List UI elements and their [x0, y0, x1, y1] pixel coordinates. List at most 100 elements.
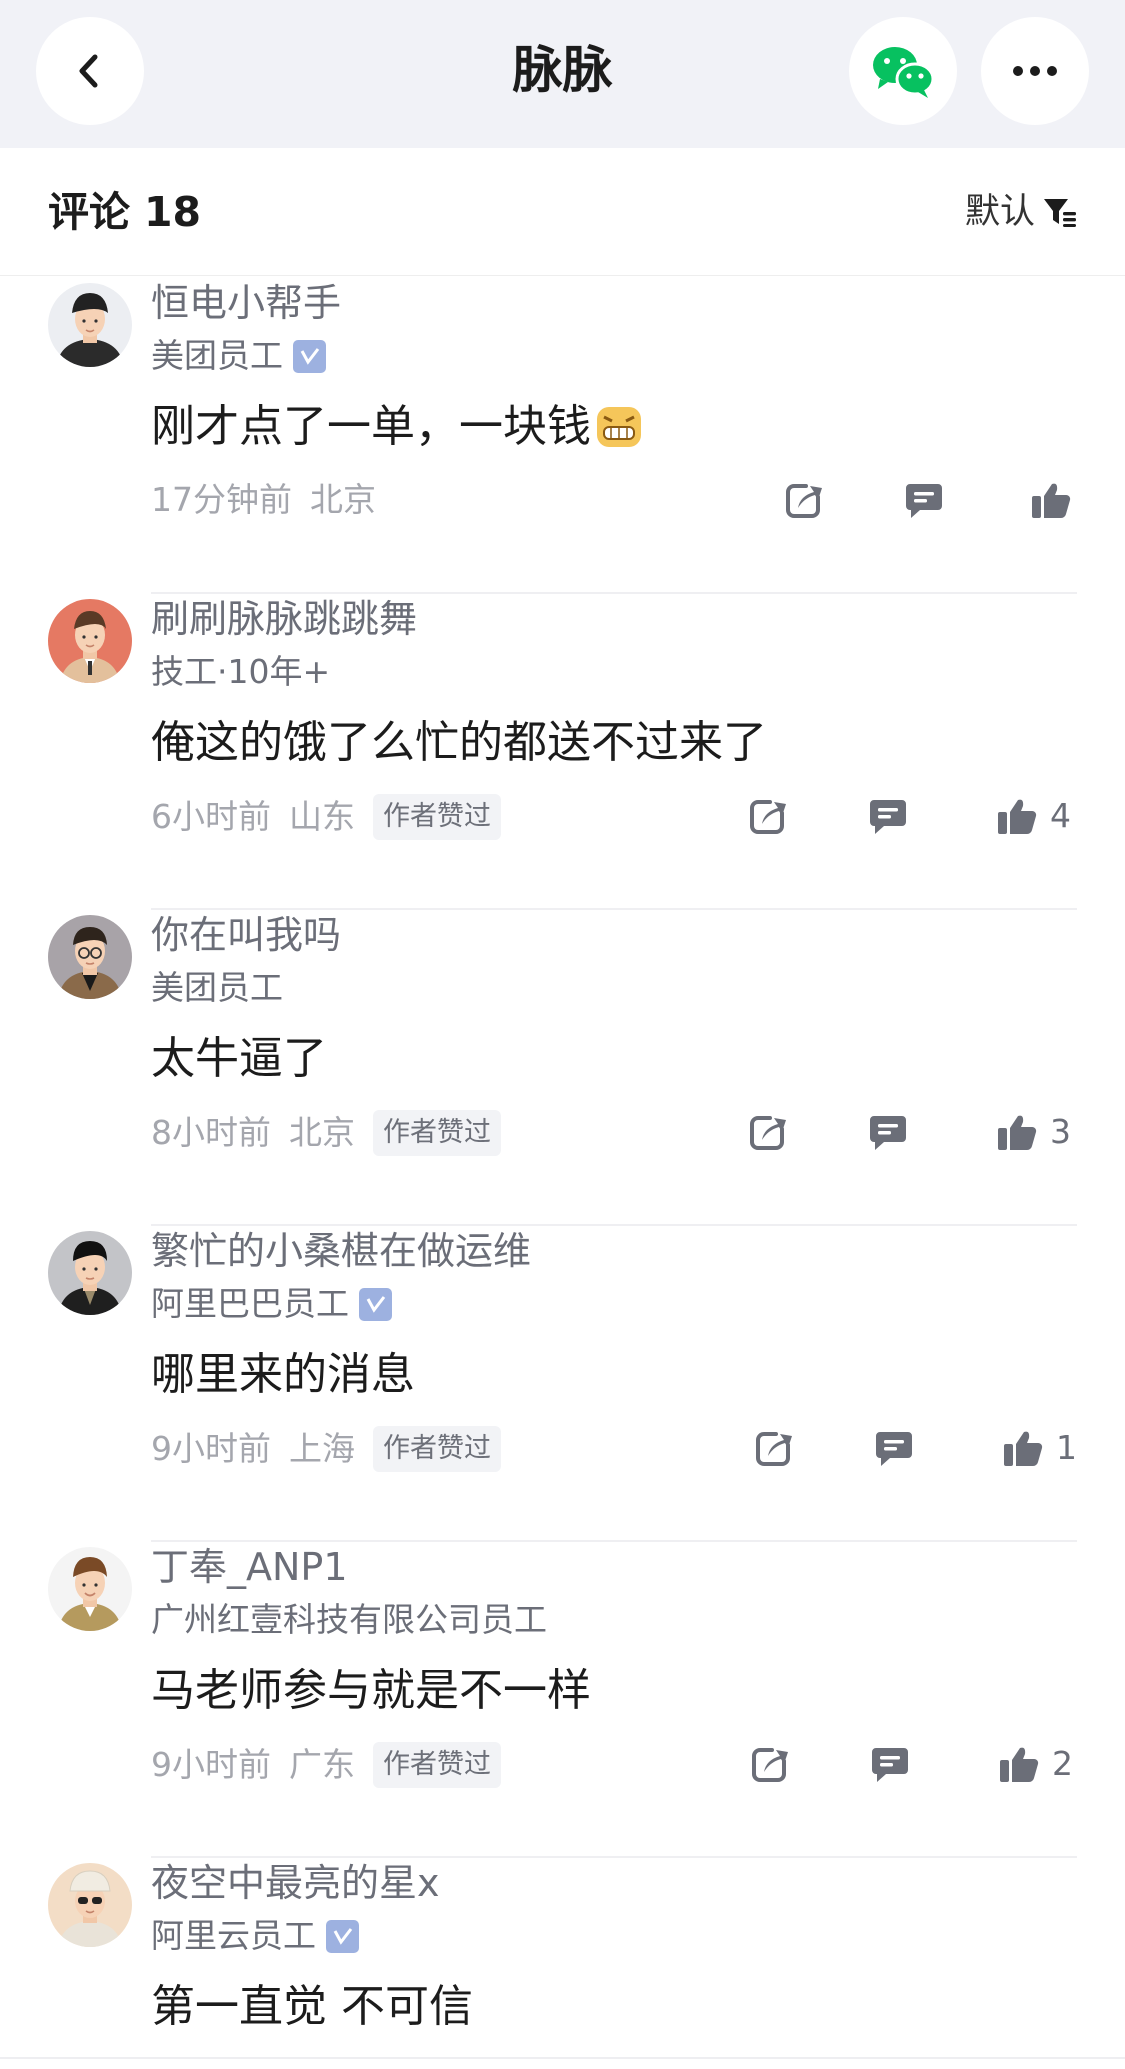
commenter-name[interactable]: 刷刷脉脉跳跳舞 [151, 594, 417, 644]
more-dots-icon [1013, 66, 1057, 76]
like-button[interactable]: 3 [996, 1110, 1071, 1154]
comment-meta: 6小时前 山东 作者赞过 [151, 794, 501, 840]
like-count: 1 [1056, 1428, 1077, 1467]
filter-icon [1044, 199, 1076, 227]
share-icon [750, 800, 786, 834]
avatar[interactable] [48, 283, 132, 367]
verified-badge-icon [293, 339, 326, 373]
author-liked-badge: 作者赞过 [373, 1742, 501, 1788]
avatar-illustration [56, 293, 124, 367]
reply-button[interactable] [874, 1426, 914, 1470]
comment-content: 第一直觉 不可信 [151, 1976, 473, 2038]
bottom-divider [0, 2057, 1125, 2059]
wechat-share-button[interactable] [849, 17, 957, 125]
wechat-icon [873, 47, 935, 98]
like-button[interactable]: 2 [998, 1742, 1073, 1786]
comment-text: 太牛逼了 [151, 1033, 327, 1084]
avatar-illustration [58, 1241, 122, 1315]
sort-label: 默认 [964, 192, 1035, 232]
share-button[interactable] [750, 1742, 790, 1786]
commenter-role-row: 阿里云员工 [151, 1914, 359, 1958]
like-count: 2 [1052, 1744, 1073, 1783]
thumbs-up-icon [1000, 1747, 1039, 1783]
avatar[interactable] [48, 1547, 132, 1631]
share-icon [750, 1116, 786, 1150]
share-icon [756, 1432, 792, 1466]
verified-badge-icon [326, 1919, 359, 1953]
avatar-illustration [58, 1870, 122, 1947]
commenter-name[interactable]: 恒电小帮手 [151, 278, 341, 328]
commenter-name[interactable]: 夜空中最亮的星x [151, 1858, 440, 1908]
comment-item: 夜空中最亮的星x 阿里云员工 第一直觉 不可信 [0, 1858, 1125, 2058]
commenter-name[interactable]: 你在叫我吗 [151, 910, 341, 960]
comment-meta: 8小时前 北京 作者赞过 [151, 1110, 501, 1156]
share-button[interactable] [748, 1110, 788, 1154]
comment-content: 马老师参与就是不一样 [151, 1660, 591, 1722]
comment-content: 俺这的饿了么忙的都送不过来了 [151, 712, 767, 774]
avatar-illustration [58, 1557, 122, 1631]
like-button[interactable] [1030, 478, 1072, 522]
commenter-role-row: 阿里巴巴员工 [151, 1282, 392, 1326]
comment-meta: 9小时前 上海 作者赞过 [151, 1426, 501, 1472]
comment-content: 刚才点了一单，一块钱 [151, 396, 643, 458]
comment-location: 山东 [289, 797, 355, 836]
avatar[interactable] [48, 1231, 132, 1315]
commenter-name[interactable]: 丁奉_ANP1 [151, 1542, 348, 1592]
comments-header: 评论 18 默认 [0, 148, 1125, 276]
comment-time: 9小时前 [151, 1429, 271, 1468]
like-button[interactable]: 4 [996, 794, 1071, 838]
commenter-role: 美团员工 [151, 968, 283, 1007]
comment-time: 17分钟前 [151, 480, 292, 519]
share-button[interactable] [748, 794, 788, 838]
comment-time: 8小时前 [151, 1113, 271, 1152]
commenter-role: 技工·10年+ [151, 652, 331, 691]
commenter-role-row: 广州红壹科技有限公司员工 [151, 1598, 547, 1642]
verified-badge-icon [359, 1287, 392, 1321]
comment-time: 9小时前 [151, 1745, 271, 1784]
reply-bubble-icon [872, 1748, 908, 1782]
reply-bubble-icon [876, 1432, 912, 1466]
more-button[interactable] [981, 17, 1089, 125]
avatar[interactable] [48, 915, 132, 999]
thumbs-up-icon [1032, 483, 1071, 519]
avatar-illustration [60, 611, 120, 683]
reply-bubble-icon [870, 800, 906, 834]
comment-location: 广东 [289, 1745, 355, 1784]
comment-text: 俺这的饿了么忙的都送不过来了 [151, 717, 767, 768]
comment-time: 6小时前 [151, 797, 271, 836]
commenter-role-row: 美团员工 [151, 334, 326, 378]
comment-text: 第一直觉 不可信 [151, 1981, 473, 2032]
comment-location: 北京 [289, 1113, 355, 1152]
commenter-role: 美团员工 [151, 336, 283, 375]
commenter-role: 阿里云员工 [151, 1916, 316, 1955]
commenter-role-row: 美团员工 [151, 966, 283, 1010]
share-button[interactable] [754, 1426, 794, 1470]
share-icon [786, 484, 822, 518]
like-button[interactable]: 1 [1002, 1426, 1077, 1470]
comment-item: 恒电小帮手 美团员工 刚才点了一单，一块钱 17分钟前 北京 [0, 278, 1125, 594]
sort-selector[interactable]: 默认 [965, 190, 1077, 234]
avatar[interactable] [48, 599, 132, 683]
comment-content: 哪里来的消息 [151, 1344, 415, 1406]
comment-text: 刚才点了一单，一块钱 [151, 401, 591, 452]
comment-item: 刷刷脉脉跳跳舞 技工·10年+ 俺这的饿了么忙的都送不过来了 6小时前 山东 作… [0, 594, 1125, 910]
reply-button[interactable] [868, 1110, 908, 1154]
avatar[interactable] [48, 1863, 132, 1947]
like-count: 4 [1050, 796, 1071, 835]
reply-button[interactable] [904, 478, 944, 522]
author-liked-badge: 作者赞过 [373, 794, 501, 840]
comment-item: 繁忙的小桑椹在做运维 阿里巴巴员工 哪里来的消息 9小时前 上海 作者赞过 1 [0, 1226, 1125, 1542]
comment-meta: 9小时前 广东 作者赞过 [151, 1742, 501, 1788]
reply-button[interactable] [870, 1742, 910, 1786]
reply-button[interactable] [868, 794, 908, 838]
comment-text: 马老师参与就是不一样 [151, 1665, 591, 1716]
grinning-emoji-icon [597, 407, 641, 447]
commenter-name[interactable]: 繁忙的小桑椹在做运维 [151, 1226, 531, 1276]
comment-location: 北京 [310, 480, 376, 519]
comment-item: 你在叫我吗 美团员工 太牛逼了 8小时前 北京 作者赞过 3 [0, 910, 1125, 1226]
like-count: 3 [1050, 1112, 1071, 1151]
comment-meta: 17分钟前 北京 [151, 478, 376, 522]
thumbs-up-icon [1004, 1431, 1043, 1467]
share-icon [752, 1748, 788, 1782]
share-button[interactable] [784, 478, 824, 522]
